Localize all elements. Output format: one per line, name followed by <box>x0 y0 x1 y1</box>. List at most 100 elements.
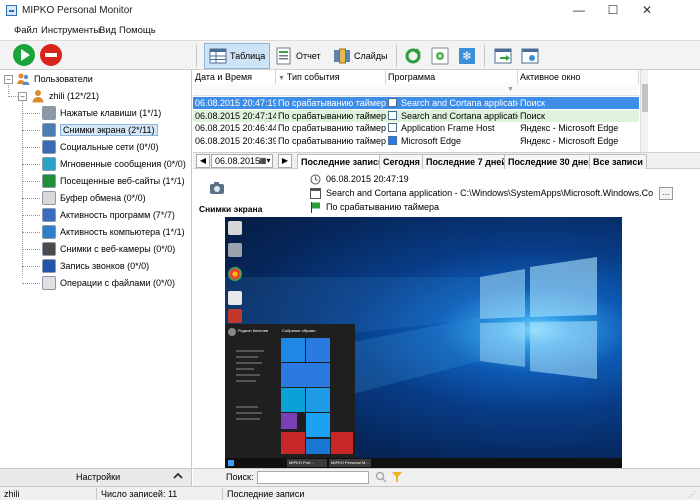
view-report-button[interactable]: Отчет <box>271 43 325 69</box>
menu-tools[interactable]: Инструменты <box>41 25 100 36</box>
date-picker[interactable]: 06.08.2015 ▦▾ <box>211 154 273 168</box>
cortana-icon <box>388 110 397 120</box>
search-input[interactable] <box>257 471 369 484</box>
search-bar: Поиск: <box>193 468 700 486</box>
stop-monitoring-button[interactable] <box>40 44 62 66</box>
desktop-recycle-bin-icon[interactable] <box>228 243 242 257</box>
column-header-program[interactable]: Программа <box>386 70 518 84</box>
captured-screenshot[interactable]: Родион Киселев Собрание обрамо MIPKO Pro… <box>225 217 622 468</box>
flag-icon <box>310 202 321 215</box>
refresh-button[interactable] <box>400 43 426 69</box>
start-tile <box>306 338 330 362</box>
tree-user-zhili[interactable]: zhili (12*/21) <box>31 88 99 104</box>
menu-file[interactable]: Файл <box>14 25 37 36</box>
tree-item-clipboard[interactable]: Буфер обмена (0*/0) <box>42 190 146 206</box>
view-table-button[interactable]: Таблица <box>204 43 271 69</box>
export-button[interactable] <box>490 43 516 69</box>
cell-program: Search and Cortana application <box>386 110 518 122</box>
detail-panel: Снимки экрана 06.08.2015 20:47:19 Search… <box>193 169 700 217</box>
period-tab[interactable]: Сегодня <box>379 154 424 169</box>
snowflake-icon: ❄ <box>458 47 476 65</box>
cell-datetime-text: 06.08.2015 20:47:14 <box>195 110 276 121</box>
desktop-chrome-icon[interactable] <box>228 267 242 281</box>
start-tile <box>306 413 330 437</box>
settings-label: Настройки <box>76 472 121 482</box>
tree-item-phone[interactable]: Запись звонков (0*/0) <box>42 258 149 274</box>
status-record-count: Число записей: 11 <box>101 489 178 499</box>
column-header-datetime[interactable]: Дата и Время <box>193 70 276 84</box>
desktop-file-icon[interactable] <box>228 291 242 305</box>
table-row[interactable]: 06.08.2015 20:46:39 По срабатыванию тайме… <box>193 135 639 147</box>
cell-program-text: Search and Cortana application <box>401 110 518 121</box>
table-row[interactable]: 06.08.2015 20:46:44 По срабатыванию тайме… <box>193 122 639 134</box>
cell-window: Поиск <box>518 110 639 122</box>
column-header-event[interactable]: ▼ Тип события <box>276 70 386 84</box>
tree-root-users[interactable]: Пользователи <box>16 71 93 87</box>
tree-item-label: Запись звонков (0*/0) <box>60 261 150 271</box>
prev-period-button[interactable]: ◀ <box>196 154 210 168</box>
programs-icon <box>42 208 56 222</box>
tree-item-chat[interactable]: Мгновенные сообщения (0*/0) <box>42 156 186 172</box>
filter-icon[interactable] <box>391 471 403 485</box>
cell-event-text: По срабатыванию таймера <box>278 123 386 133</box>
maximize-button[interactable]: ☐ <box>596 0 630 20</box>
status-bar: zhili Число записей: 11 Последние записи… <box>0 486 700 500</box>
menu-view[interactable]: Вид <box>99 25 116 36</box>
tree-item-programs[interactable]: Активность программ (7*/7) <box>42 207 175 223</box>
period-tab[interactable]: Последние 7 дней <box>422 154 511 169</box>
more-details-button[interactable]: ... <box>659 187 673 200</box>
tree-root-label: Пользователи <box>34 74 93 84</box>
snowflake-button[interactable]: ❄ <box>454 43 480 69</box>
period-tab[interactable]: Последние 30 дней <box>504 154 598 169</box>
detail-program-path: Search and Cortana application - C:\Wind… <box>326 188 654 198</box>
tree-item-screenshot[interactable]: Снимки экрана (2*/11) <box>42 122 158 138</box>
camera-icon <box>209 181 225 197</box>
cell-window-text: Яндекс - Microsoft Edge <box>520 135 619 146</box>
grid-scroll-thumb[interactable] <box>642 84 648 112</box>
settings-button[interactable] <box>427 43 453 69</box>
cell-program: Microsoft Edge <box>386 135 518 147</box>
remote-button[interactable] <box>517 43 543 69</box>
chevron-up-icon[interactable] <box>173 471 183 484</box>
resize-grip-icon[interactable]: ⋰ <box>688 490 696 499</box>
tree-item-globe[interactable]: Посещенные веб-сайты (1*/1) <box>42 173 185 189</box>
tree-item-label: Операции с файлами (0*/0) <box>60 278 176 288</box>
filter-row[interactable]: ▼ <box>193 84 639 96</box>
next-period-button[interactable]: ▶ <box>278 154 292 168</box>
export-icon <box>494 47 512 65</box>
tree-item-computer[interactable]: Активность компьютера (1*/1) <box>42 224 185 240</box>
tree-item-label: Мгновенные сообщения (0*/0) <box>60 159 186 169</box>
phone-icon <box>42 259 56 273</box>
settings-bar[interactable]: Настройки <box>0 468 192 486</box>
tree-collapse-root[interactable]: − <box>4 75 13 84</box>
start-menu[interactable]: Родион Киселев Собрание обрамо <box>225 324 355 458</box>
tree-item-webcam[interactable]: Снимки с веб-камеры (0*/0) <box>42 241 175 257</box>
table-row[interactable]: 06.08.2015 20:47:19 По срабатыванию тайме… <box>193 97 639 109</box>
calendar-icon[interactable]: ▦▾ <box>259 156 271 165</box>
start-monitoring-button[interactable] <box>13 44 35 66</box>
period-tab[interactable]: Последние записи <box>297 154 388 169</box>
captured-taskbar: MIPKO Prof... MIPKO Personal M... <box>225 458 622 468</box>
tree-collapse-user[interactable]: − <box>18 92 27 101</box>
tree-item-social[interactable]: Социальные сети (0*/0) <box>42 139 158 155</box>
minimize-button[interactable]: — <box>562 0 596 20</box>
cell-datetime-text: 06.08.2015 20:46:39 <box>195 135 276 146</box>
tree-item-file[interactable]: Операции с файлами (0*/0) <box>42 275 175 291</box>
search-icon[interactable] <box>375 471 387 485</box>
close-button[interactable]: ✕ <box>630 0 664 20</box>
view-slides-label: Слайды <box>354 51 388 61</box>
table-row[interactable]: 06.08.2015 20:47:14 По срабатыванию тайме… <box>193 109 639 122</box>
menu-help[interactable]: Помощь <box>119 25 156 36</box>
screenshot-icon <box>42 123 56 137</box>
cell-window-text: Поиск <box>520 98 545 108</box>
tree-item-keyboard[interactable]: Нажатые клавиши (1*/1) <box>42 105 161 121</box>
cell-event-text: По срабатыванию таймера <box>278 98 386 108</box>
view-slides-button[interactable]: Слайды <box>329 43 392 69</box>
grid-scrollbar[interactable] <box>640 70 648 152</box>
filter-dropdown-icon[interactable]: ▼ <box>507 86 514 93</box>
desktop-app-icon[interactable] <box>228 309 242 323</box>
sort-filter-icon: ▼ <box>278 75 287 82</box>
column-header-window[interactable]: Активное окно <box>518 70 639 84</box>
desktop-computer-icon[interactable] <box>228 221 242 235</box>
period-tab[interactable]: Все записи <box>589 154 647 169</box>
